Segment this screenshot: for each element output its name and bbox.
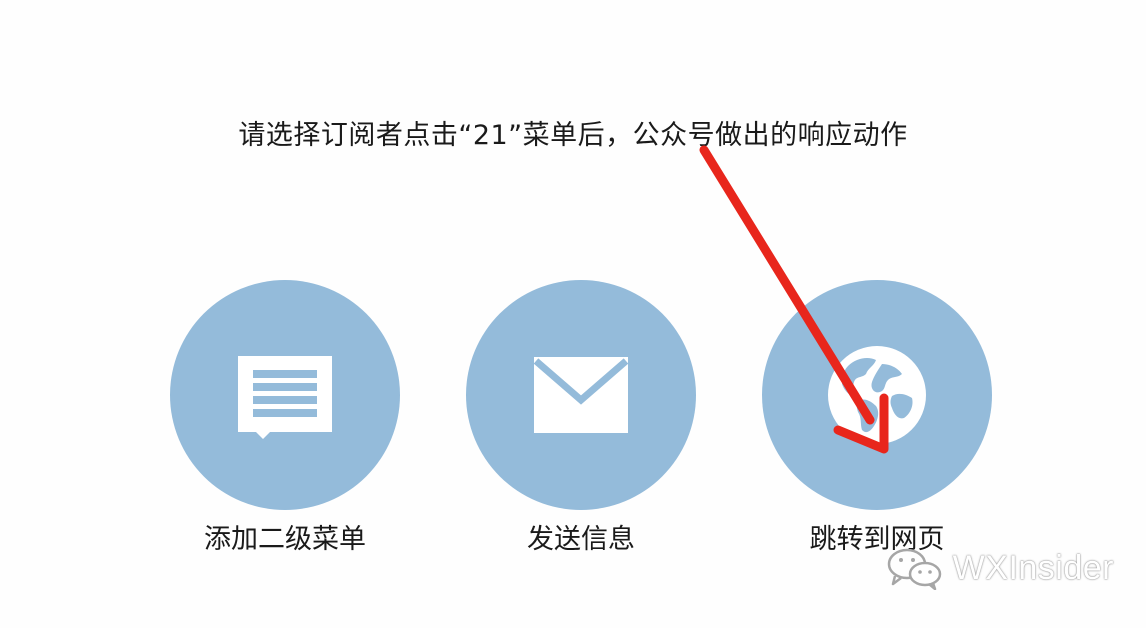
option-send-message[interactable]: 发送信息 <box>466 280 696 580</box>
option-open-webpage[interactable]: 跳转到网页 <box>762 280 992 580</box>
option-add-submenu[interactable]: 添加二级菜单 <box>170 280 400 580</box>
wechat-logo-icon <box>887 548 941 590</box>
option-circle[interactable] <box>466 280 696 510</box>
globe-icon <box>828 346 926 444</box>
option-circle[interactable] <box>762 280 992 510</box>
page-title: 请选择订阅者点击“21”菜单后，公众号做出的响应动作 <box>238 120 908 151</box>
option-circle[interactable] <box>170 280 400 510</box>
watermark-text: WXInsider <box>952 548 1114 587</box>
chat-bubble-icon <box>238 356 332 439</box>
envelope-icon <box>533 357 629 433</box>
option-label: 添加二级菜单 <box>204 524 366 555</box>
watermark: WXInsider <box>885 543 1114 593</box>
response-action-picker: 请选择订阅者点击“21”菜单后，公众号做出的响应动作 添加二级菜单 发送信息 跳… <box>0 0 1146 628</box>
option-label: 发送信息 <box>527 524 635 555</box>
